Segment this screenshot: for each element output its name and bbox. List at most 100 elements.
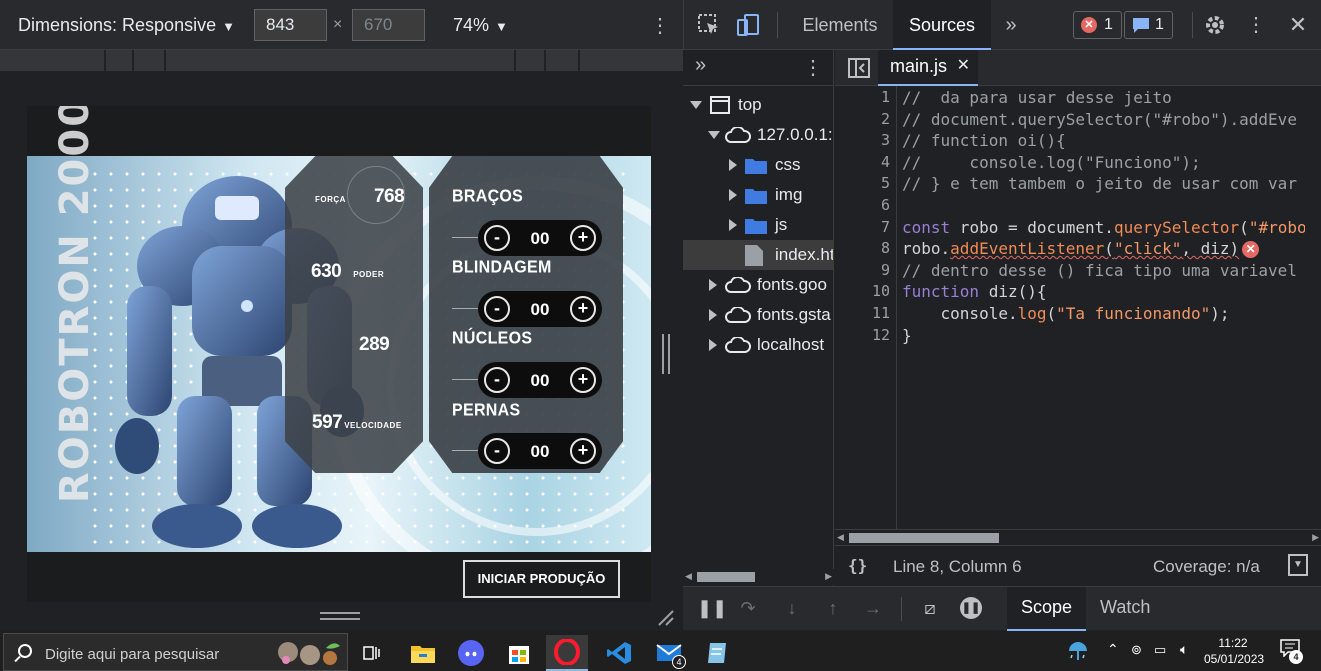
- tab-label: main.js: [890, 56, 948, 76]
- media-query-bar[interactable]: [0, 50, 683, 72]
- store-icon[interactable]: [498, 635, 540, 671]
- tab-scope[interactable]: Scope: [1007, 587, 1087, 631]
- line-number[interactable]: 9: [835, 260, 890, 282]
- notepad-icon[interactable]: [696, 635, 738, 671]
- tree-item-folder-img[interactable]: img: [683, 180, 833, 210]
- step-out-icon[interactable]: ↑: [822, 597, 844, 619]
- deactivate-breakpoints-icon[interactable]: ⧄: [919, 597, 941, 619]
- error-marker-icon[interactable]: ✕: [1242, 241, 1260, 259]
- pretty-print-button[interactable]: {}: [848, 556, 867, 575]
- customize-menu-icon[interactable]: ⋮: [1246, 0, 1266, 50]
- resize-handle-right[interactable]: [662, 334, 670, 374]
- resize-handle-bottom[interactable]: [320, 612, 360, 620]
- meet-now-icon[interactable]: ⊚: [1131, 642, 1142, 658]
- tab-elements[interactable]: Elements: [791, 0, 889, 50]
- media-query-segment[interactable]: [164, 50, 166, 72]
- resize-corner-icon[interactable]: [655, 607, 675, 627]
- line-number[interactable]: 3: [835, 130, 890, 152]
- media-query-segment[interactable]: [514, 50, 516, 72]
- increment-button[interactable]: +: [570, 367, 596, 393]
- tree-item-host[interactable]: 127.0.0.1:5: [683, 120, 833, 150]
- navigator-scrollbar[interactable]: ◀ ▶: [683, 569, 834, 585]
- media-query-segment[interactable]: [132, 50, 134, 72]
- more-options-icon[interactable]: ⋮: [650, 13, 670, 38]
- tree-item-host[interactable]: fonts.goo: [683, 270, 833, 300]
- line-number[interactable]: 1: [835, 87, 890, 109]
- settings-gear-icon[interactable]: [1203, 13, 1227, 37]
- scroll-right-icon[interactable]: ▶: [1312, 532, 1319, 543]
- notification-center-icon[interactable]: 4: [1280, 639, 1303, 664]
- weather-icon[interactable]: [1066, 639, 1090, 663]
- line-number[interactable]: 4: [835, 152, 890, 174]
- close-icon[interactable]: ✕: [1284, 0, 1312, 50]
- network-icon[interactable]: ▭: [1154, 642, 1166, 658]
- line-number[interactable]: 2: [835, 109, 890, 131]
- taskbar-search[interactable]: Digite aqui para pesquisar: [3, 633, 348, 671]
- increment-button[interactable]: +: [570, 225, 596, 251]
- separator: [901, 597, 902, 621]
- step-over-icon[interactable]: ↷: [737, 597, 759, 619]
- device-toolbar: Dimensions: Responsive▼ × 74%▼ ⋮: [0, 0, 683, 50]
- tree-item-file-index[interactable]: index.ht: [683, 240, 833, 270]
- step-icon[interactable]: →: [862, 597, 884, 619]
- step-into-icon[interactable]: ↓: [781, 597, 803, 619]
- media-query-segment[interactable]: [104, 50, 106, 72]
- line-number[interactable]: 6: [835, 195, 890, 217]
- system-clock[interactable]: 11:22 05/01/2023: [1204, 635, 1264, 667]
- line-number[interactable]: 8: [835, 238, 890, 260]
- tree-item-folder-css[interactable]: css: [683, 150, 833, 180]
- width-input[interactable]: [254, 9, 327, 41]
- dimensions-dropdown[interactable]: Dimensions: Responsive ▼: [18, 15, 235, 36]
- line-number[interactable]: 12: [835, 325, 890, 347]
- media-query-segment[interactable]: [544, 50, 546, 72]
- tab-watch[interactable]: Watch: [1086, 587, 1164, 631]
- code-editor[interactable]: 1 2 3 4 5 6 7 8 9 10 11 12 // da para us…: [835, 86, 1321, 529]
- part-counter: - 00 +: [478, 291, 602, 327]
- increment-button[interactable]: +: [570, 438, 596, 464]
- line-number[interactable]: 5: [835, 173, 890, 195]
- opera-browser-icon[interactable]: [546, 635, 588, 671]
- search-highlight-icon[interactable]: [274, 638, 344, 668]
- increment-button[interactable]: +: [570, 296, 596, 322]
- tree-item-folder-js[interactable]: js: [683, 210, 833, 240]
- task-view-icon[interactable]: [351, 635, 393, 671]
- editor-tab-main-js[interactable]: main.js ✕: [878, 50, 978, 86]
- zoom-dropdown[interactable]: 74% ▼: [453, 15, 508, 36]
- vscode-icon[interactable]: [598, 635, 640, 671]
- file-explorer-icon[interactable]: [402, 635, 444, 671]
- line-number[interactable]: 11: [835, 303, 890, 325]
- scroll-left-icon[interactable]: ◀: [837, 532, 844, 543]
- scroll-right-icon[interactable]: ▶: [825, 571, 832, 582]
- message-count-badge[interactable]: 1: [1124, 11, 1173, 39]
- editor-horizontal-scrollbar[interactable]: ◀ ▶: [835, 529, 1321, 545]
- scrollbar-thumb[interactable]: [849, 533, 999, 543]
- inspect-element-icon[interactable]: [697, 13, 721, 37]
- height-input[interactable]: [352, 9, 425, 41]
- tree-item-top[interactable]: top: [683, 90, 833, 120]
- pause-icon[interactable]: ❚❚: [697, 597, 727, 619]
- device-toggle-icon[interactable]: [736, 13, 760, 37]
- discord-icon[interactable]: [450, 635, 492, 671]
- scrollbar-thumb[interactable]: [697, 572, 755, 582]
- tree-item-host[interactable]: localhost: [683, 330, 833, 360]
- code-token: );: [1210, 304, 1230, 323]
- volume-icon[interactable]: 🔈︎: [1180, 641, 1188, 658]
- start-production-button[interactable]: INICIAR PRODUÇÃO: [463, 560, 620, 598]
- tab-sources[interactable]: Sources: [893, 0, 991, 50]
- line-number[interactable]: 10: [835, 281, 890, 303]
- mail-icon[interactable]: 4: [648, 635, 690, 671]
- pause-on-exceptions-icon[interactable]: ❚❚: [960, 597, 982, 619]
- more-options-icon[interactable]: ⋮: [803, 55, 823, 80]
- show-hidden-icons-icon[interactable]: ⌃: [1107, 641, 1119, 658]
- media-query-segment[interactable]: [578, 50, 580, 72]
- more-tabs-icon[interactable]: »: [996, 0, 1026, 50]
- tree-item-host[interactable]: fonts.gsta: [683, 300, 833, 330]
- more-panes-icon[interactable]: »: [695, 54, 706, 77]
- toggle-navigator-icon[interactable]: [848, 58, 870, 78]
- close-tab-icon[interactable]: ✕: [957, 50, 970, 82]
- vertical-scrollbar[interactable]: [1305, 86, 1321, 529]
- error-count-badge[interactable]: ✕ 1: [1073, 11, 1122, 39]
- scroll-left-icon[interactable]: ◀: [685, 571, 692, 582]
- toggle-debugger-sidebar-icon[interactable]: ▼: [1288, 554, 1308, 576]
- line-number[interactable]: 7: [835, 217, 890, 239]
